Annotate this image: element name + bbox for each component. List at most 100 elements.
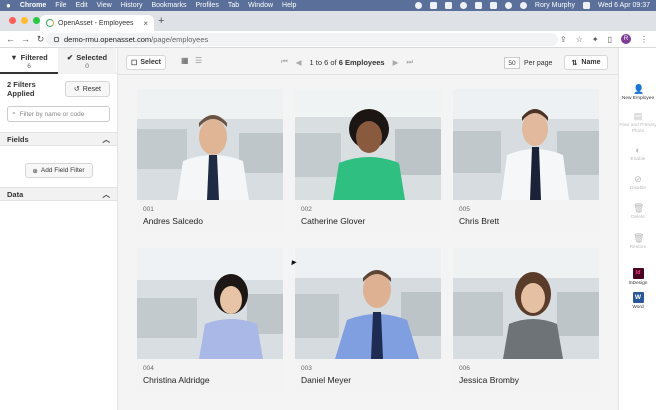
delete-button[interactable]: 🗑 Delete (619, 203, 656, 221)
sidepanel-icon[interactable]: ▯ (608, 35, 612, 44)
word-button[interactable]: W Word (619, 292, 656, 311)
wifi-icon[interactable] (519, 2, 527, 9)
browser-actions: ⇪ ☆ ✦ ▯ R ⋮ (560, 34, 648, 44)
last-page-icon[interactable]: ⏭ (406, 57, 413, 67)
url-path: /page/employees (151, 35, 209, 44)
grid-view-icon[interactable]: ▦ (181, 57, 190, 65)
file-icon: ▤ (633, 111, 643, 121)
dropbox-icon[interactable] (474, 2, 482, 9)
add-field-filter-label: Add Field Filter (40, 167, 85, 174)
menubar-clock[interactable]: Wed 6 Apr 09:37 (598, 2, 650, 9)
sort-icon: ⇅ (571, 59, 578, 67)
select-button[interactable]: ☐ Select (126, 55, 166, 70)
extensions-icon[interactable]: ✦ (592, 35, 599, 44)
disable-label: Disable (630, 186, 646, 191)
mail-icon[interactable] (444, 2, 452, 9)
menu-tab[interactable]: Tab (228, 2, 239, 9)
first-page-icon[interactable]: ⏮ (281, 57, 288, 67)
pager-range: 1 to 6 of (309, 57, 337, 67)
list-view-icon[interactable]: ☰ (195, 57, 204, 65)
disable-button[interactable]: ⊘ Disable (619, 174, 656, 192)
menu-edit[interactable]: Edit (76, 2, 88, 9)
browser-tabstrip: OpenAsset - Employees × + (0, 11, 656, 31)
employee-photo (137, 248, 283, 359)
bluetooth-icon[interactable] (489, 2, 497, 9)
employee-card[interactable]: 001 Andres Salcedo (137, 89, 283, 232)
files-primary-photo-button[interactable]: ▤ Files and Primary Photo (619, 111, 656, 134)
back-icon[interactable]: ← (6, 34, 15, 44)
action-sidebar: 👤 New Employee ▤ Files and Primary Photo… (618, 48, 656, 410)
record-icon[interactable] (414, 2, 422, 9)
close-window-button[interactable] (9, 17, 16, 24)
chrome-menu-icon[interactable]: ⋮ (640, 35, 648, 44)
indesign-button[interactable]: Id InDesign (619, 268, 656, 287)
employee-name: Daniel Meyer (301, 375, 352, 385)
forward-icon[interactable]: → (21, 34, 30, 44)
tab-filtered[interactable]: ▼ Filtered 6 (0, 48, 58, 74)
reload-icon[interactable]: ↻ (36, 34, 45, 45)
trash-icon: 🗑 (633, 203, 645, 213)
checkbox-icon: ☐ (131, 59, 138, 67)
share-icon[interactable]: ⇪ (560, 35, 567, 44)
tab-selected-label: Selected (76, 53, 108, 62)
next-page-icon[interactable]: ▶ (393, 58, 399, 67)
restore-button[interactable]: 🗑 Restore (619, 233, 656, 251)
new-tab-icon[interactable]: + (158, 15, 164, 27)
new-employee-button[interactable]: 👤 New Employee (619, 84, 656, 102)
sidebar-tabs: ▼ Filtered 6 ✔ Selected 0 (0, 48, 117, 74)
fields-section-header[interactable]: Fields ︿ (0, 132, 117, 146)
tab-selected-count: 0 (85, 63, 89, 70)
menu-help[interactable]: Help (282, 2, 296, 9)
bookmark-star-icon[interactable]: ☆ (576, 35, 583, 44)
card-meta: 002 Catherine Glover (295, 200, 441, 232)
tab-selected[interactable]: ✔ Selected 0 (58, 48, 116, 74)
tab-filtered-count: 6 (27, 63, 31, 70)
maximize-window-button[interactable] (33, 17, 40, 24)
add-field-filter-button[interactable]: ⊕ Add Field Filter (24, 163, 93, 178)
close-tab-icon[interactable]: × (143, 19, 148, 28)
chevron-up-icon: ︿ (102, 134, 111, 144)
per-page-input[interactable]: 50 (504, 57, 520, 69)
menu-history[interactable]: History (121, 2, 143, 9)
employee-card[interactable]: 003 Daniel Meyer (295, 248, 441, 391)
address-bar[interactable]: demo-rmu.openasset.com/page/employees (46, 33, 558, 46)
word-label: Word (632, 305, 644, 310)
menubar-user[interactable]: Rory Murphy (535, 2, 575, 9)
menu-view[interactable]: View (97, 2, 112, 9)
menu-profiles[interactable]: Profiles (195, 2, 218, 9)
menu-app-name[interactable]: Chrome (20, 2, 46, 9)
browser-tab-active[interactable]: OpenAsset - Employees × (40, 15, 154, 31)
files-primary-label: Files and Primary Photo (619, 123, 656, 134)
menu-window[interactable]: Window (248, 2, 273, 9)
employee-card[interactable]: 005 Chris Brett (453, 89, 599, 232)
employee-card[interactable]: 004 Christina Aldridge (137, 248, 283, 391)
enable-button[interactable]: ◐ Enable (619, 145, 656, 163)
control-center-icon[interactable] (582, 2, 590, 9)
menu-bookmarks[interactable]: Bookmarks (151, 2, 186, 9)
card-meta: 005 Chris Brett (453, 200, 599, 232)
per-page-label: Per page (524, 59, 553, 67)
menu-file[interactable]: File (55, 2, 66, 9)
minimize-window-button[interactable] (21, 17, 28, 24)
apple-icon[interactable]: ● (6, 1, 11, 10)
profile-avatar[interactable]: R (621, 34, 631, 44)
check-icon: ✔ (66, 53, 74, 62)
chevron-up-icon: ︿ (102, 189, 111, 199)
reset-label: Reset (82, 85, 101, 93)
pager-text: 1 to 6 of 6 Employees (310, 58, 385, 67)
screen-icon[interactable] (429, 2, 437, 9)
card-meta: 003 Daniel Meyer (295, 359, 441, 391)
sort-button[interactable]: ⇅ Name (564, 55, 608, 70)
prev-page-icon[interactable]: ◀ (296, 58, 302, 67)
employee-card[interactable]: 002 Catherine Glover (295, 89, 441, 232)
battery-icon[interactable] (504, 2, 512, 9)
restore-icon: 🗑 (633, 233, 645, 243)
data-section-header[interactable]: Data ︿ (0, 187, 117, 201)
card-meta: 006 Jessica Bromby (453, 359, 599, 391)
employee-code: 003 (301, 365, 312, 372)
filter-search-input[interactable]: ⌕ Filter by name or code (7, 106, 110, 122)
tab-title: OpenAsset - Employees (58, 19, 134, 27)
employee-card[interactable]: 006 Jessica Bromby (453, 248, 599, 391)
reset-button[interactable]: ↺ Reset (64, 81, 110, 97)
settings-icon[interactable] (459, 2, 467, 9)
